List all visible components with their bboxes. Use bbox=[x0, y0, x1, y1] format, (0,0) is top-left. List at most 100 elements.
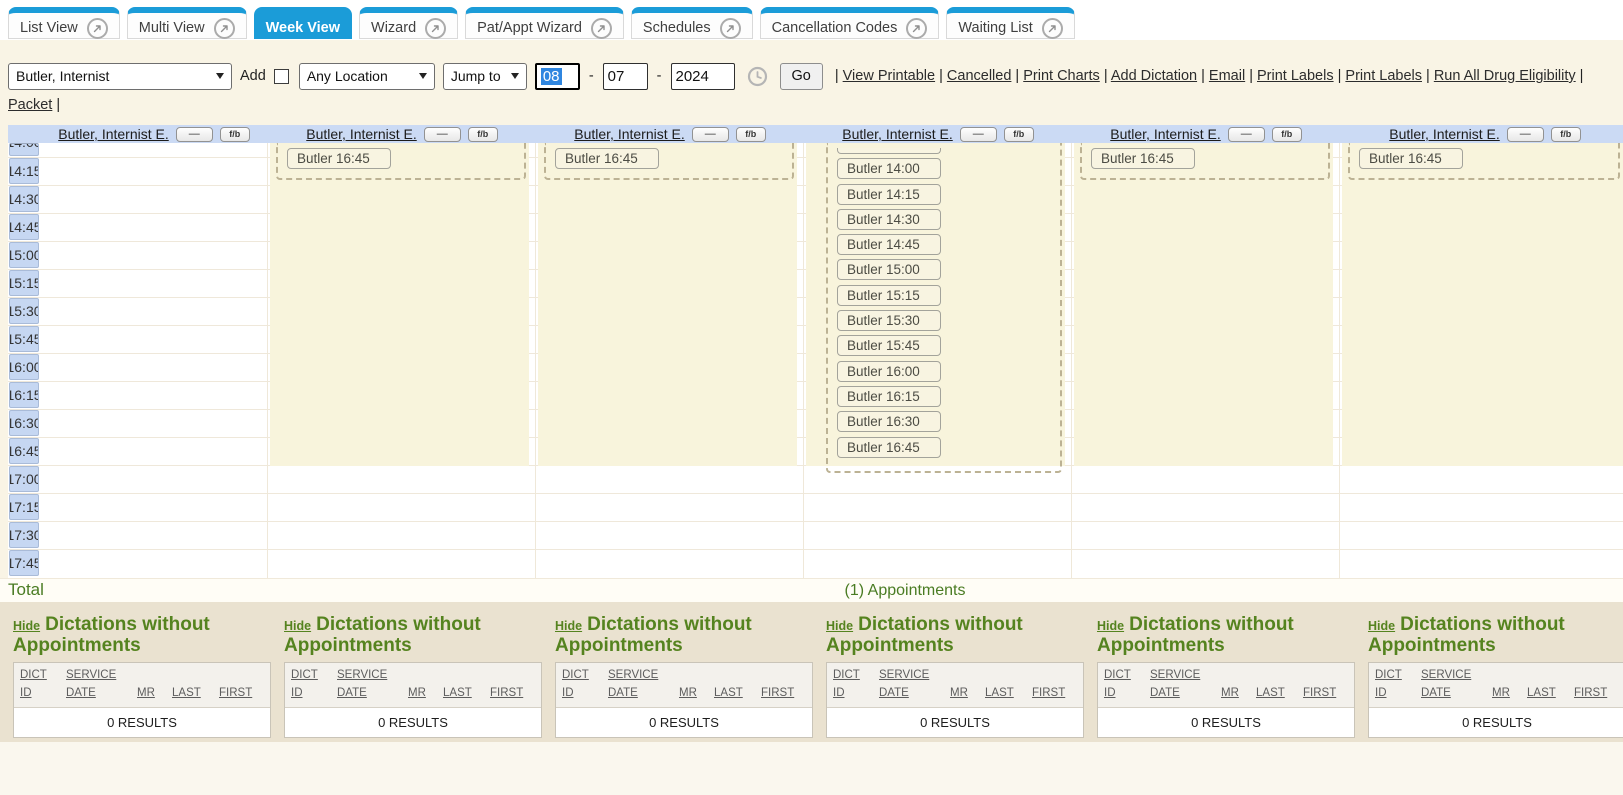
column-sort-link[interactable]: SERVICE bbox=[337, 667, 399, 685]
fb-button[interactable]: f/b bbox=[1272, 127, 1302, 142]
tab-schedules[interactable]: Schedules bbox=[631, 7, 753, 39]
provider-link[interactable]: Butler, Internist E. bbox=[306, 126, 417, 142]
tab-week-view[interactable]: Week View bbox=[254, 7, 352, 39]
open-new-window-icon[interactable] bbox=[87, 18, 108, 39]
hide-link[interactable]: Hide bbox=[826, 619, 853, 633]
provider-select[interactable]: Butler, Internist bbox=[8, 63, 232, 90]
appointment-slot-button[interactable]: Butler 14:45 bbox=[837, 234, 941, 255]
appointment-slot-button[interactable]: Butler 16:30 bbox=[837, 411, 941, 432]
appointment-slot-button[interactable]: Butler 16:45 bbox=[1091, 148, 1195, 169]
appointment-slot-button[interactable]: Butler 15:45 bbox=[837, 335, 941, 356]
packet-link[interactable]: Packet bbox=[8, 97, 52, 113]
minimize-column-button[interactable]: — bbox=[424, 127, 461, 142]
link-add-dictation[interactable]: Add Dictation bbox=[1111, 68, 1197, 84]
hide-link[interactable]: Hide bbox=[555, 619, 582, 633]
provider-link[interactable]: Butler, Internist E. bbox=[842, 126, 953, 142]
column-sort-link[interactable]: LAST bbox=[443, 685, 481, 703]
column-sort-link[interactable]: DICT bbox=[1375, 667, 1412, 685]
column-sort-link[interactable]: DICT bbox=[833, 667, 870, 685]
appointment-slot-button[interactable]: Butler 14:00 bbox=[837, 158, 941, 179]
fb-button[interactable]: f/b bbox=[1004, 127, 1034, 142]
minimize-column-button[interactable]: — bbox=[692, 127, 729, 142]
column-sort-link[interactable]: DATE bbox=[1421, 685, 1483, 703]
appointment-slot-button[interactable]: Butler 16:15 bbox=[837, 386, 941, 407]
column-sort-link[interactable]: SERVICE bbox=[879, 667, 941, 685]
column-sort-link[interactable]: ID bbox=[1104, 685, 1141, 703]
fb-button[interactable]: f/b bbox=[220, 127, 250, 142]
minimize-column-button[interactable]: — bbox=[1507, 127, 1544, 142]
link-view-printable[interactable]: View Printable bbox=[843, 68, 935, 84]
column-sort-link[interactable]: DATE bbox=[66, 685, 128, 703]
tab-pat-appt-wizard[interactable]: Pat/Appt Wizard bbox=[465, 7, 624, 39]
column-sort-link[interactable]: ID bbox=[833, 685, 870, 703]
hide-link[interactable]: Hide bbox=[1097, 619, 1124, 633]
link-print-labels[interactable]: Print Labels bbox=[1257, 68, 1334, 84]
column-sort-link[interactable]: DICT bbox=[562, 667, 599, 685]
clock-icon[interactable] bbox=[747, 66, 768, 87]
tab-waiting-list[interactable]: Waiting List bbox=[946, 7, 1074, 39]
column-sort-link[interactable]: DICT bbox=[291, 667, 328, 685]
column-sort-link[interactable]: DATE bbox=[879, 685, 941, 703]
appointment-slot-button[interactable]: Butler 14:30 bbox=[837, 209, 941, 230]
date-day-input[interactable]: 07 bbox=[603, 63, 648, 90]
appointment-slot-button[interactable]: Butler 15:15 bbox=[837, 285, 941, 306]
column-sort-link[interactable]: DICT bbox=[1104, 667, 1141, 685]
column-sort-link[interactable]: LAST bbox=[172, 685, 210, 703]
appointment-slot-button[interactable]: Butler 15:00 bbox=[837, 259, 941, 280]
column-sort-link[interactable]: MR bbox=[137, 685, 163, 703]
column-sort-link[interactable]: FIRST bbox=[761, 685, 799, 703]
column-sort-link[interactable]: ID bbox=[562, 685, 599, 703]
link-print-charts[interactable]: Print Charts bbox=[1023, 68, 1100, 84]
open-new-window-icon[interactable] bbox=[591, 18, 612, 39]
column-sort-link[interactable]: DATE bbox=[337, 685, 399, 703]
column-sort-link[interactable]: FIRST bbox=[490, 685, 528, 703]
appointment-slot-button[interactable]: Butler 16:45 bbox=[837, 437, 941, 458]
column-sort-link[interactable]: LAST bbox=[985, 685, 1023, 703]
column-sort-link[interactable]: DATE bbox=[1150, 685, 1212, 703]
provider-link[interactable]: Butler, Internist E. bbox=[1389, 126, 1500, 142]
column-sort-link[interactable]: FIRST bbox=[1574, 685, 1612, 703]
column-sort-link[interactable]: LAST bbox=[1527, 685, 1565, 703]
column-sort-link[interactable]: MR bbox=[679, 685, 705, 703]
column-sort-link[interactable]: FIRST bbox=[1032, 685, 1070, 703]
column-sort-link[interactable]: DICT bbox=[20, 667, 57, 685]
column-sort-link[interactable]: SERVICE bbox=[1150, 667, 1212, 685]
column-sort-link[interactable]: ID bbox=[20, 685, 57, 703]
link-print-labels[interactable]: Print Labels bbox=[1345, 68, 1422, 84]
minimize-column-button[interactable]: — bbox=[176, 127, 213, 142]
go-button[interactable]: Go bbox=[780, 63, 823, 90]
column-sort-link[interactable]: ID bbox=[291, 685, 328, 703]
hide-link[interactable]: Hide bbox=[13, 619, 40, 633]
appointment-slot-button[interactable]: Butler 15:30 bbox=[837, 310, 941, 331]
appointment-slot-button[interactable]: Butler 16:45 bbox=[287, 148, 391, 169]
provider-link[interactable]: Butler, Internist E. bbox=[1110, 126, 1221, 142]
open-new-window-icon[interactable] bbox=[906, 18, 927, 39]
column-sort-link[interactable]: SERVICE bbox=[1421, 667, 1483, 685]
link-run-all-drug-eligibility[interactable]: Run All Drug Eligibility bbox=[1434, 68, 1576, 84]
column-sort-link[interactable]: FIRST bbox=[219, 685, 257, 703]
appointment-slot-button-clipped[interactable] bbox=[837, 148, 941, 154]
link-email[interactable]: Email bbox=[1209, 68, 1245, 84]
link-cancelled[interactable]: Cancelled bbox=[947, 68, 1012, 84]
provider-link[interactable]: Butler, Internist E. bbox=[574, 126, 685, 142]
open-new-window-icon[interactable] bbox=[214, 18, 235, 39]
hide-link[interactable]: Hide bbox=[1368, 619, 1395, 633]
appointment-slot-button[interactable]: Butler 16:00 bbox=[837, 361, 941, 382]
tab-wizard[interactable]: Wizard bbox=[359, 7, 458, 39]
column-sort-link[interactable]: LAST bbox=[714, 685, 752, 703]
add-checkbox[interactable] bbox=[274, 69, 289, 84]
location-select[interactable]: Any Location bbox=[299, 63, 435, 90]
column-sort-link[interactable]: MR bbox=[408, 685, 434, 703]
column-sort-link[interactable]: MR bbox=[1492, 685, 1518, 703]
appointment-slot-button[interactable]: Butler 16:45 bbox=[555, 148, 659, 169]
column-sort-link[interactable]: MR bbox=[1221, 685, 1247, 703]
open-new-window-icon[interactable] bbox=[1042, 18, 1063, 39]
provider-link[interactable]: Butler, Internist E. bbox=[58, 126, 169, 142]
hide-link[interactable]: Hide bbox=[284, 619, 311, 633]
column-sort-link[interactable]: ID bbox=[1375, 685, 1412, 703]
minimize-column-button[interactable]: — bbox=[1228, 127, 1265, 142]
column-sort-link[interactable]: LAST bbox=[1256, 685, 1294, 703]
column-sort-link[interactable]: FIRST bbox=[1303, 685, 1341, 703]
tab-cancellation-codes[interactable]: Cancellation Codes bbox=[760, 7, 940, 39]
column-sort-link[interactable]: SERVICE bbox=[66, 667, 128, 685]
